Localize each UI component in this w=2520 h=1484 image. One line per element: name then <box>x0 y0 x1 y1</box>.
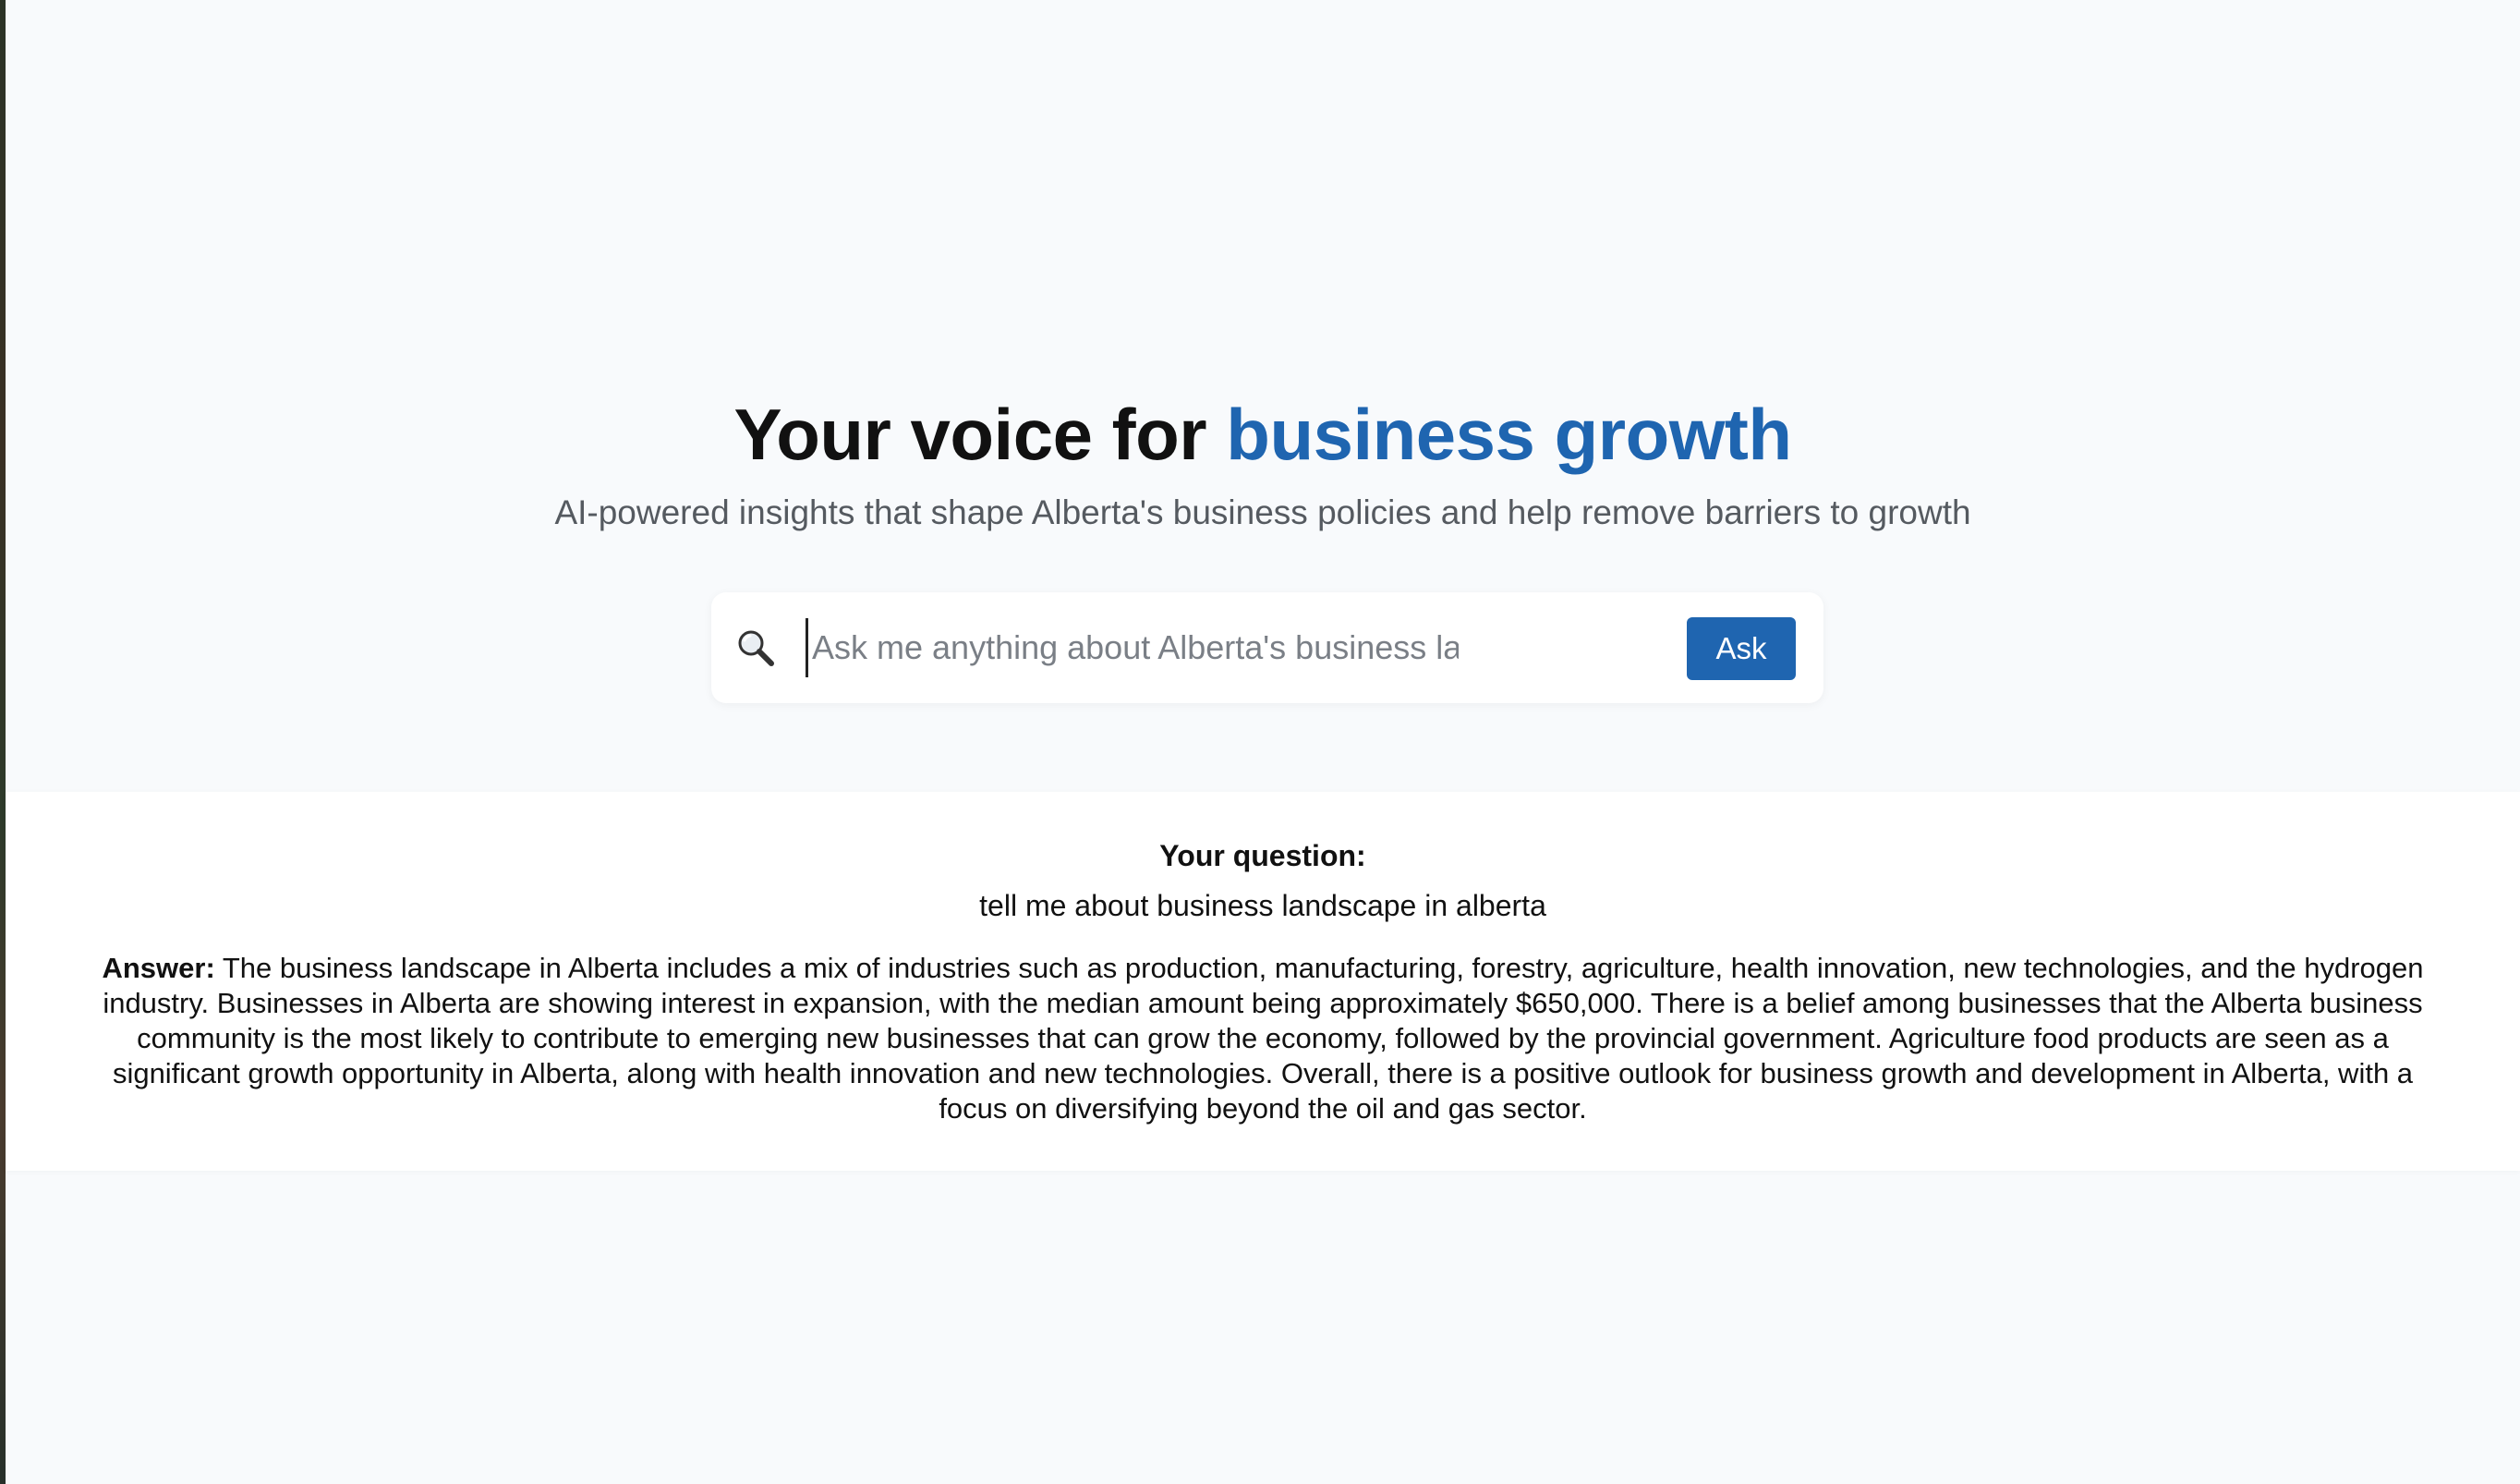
search-input[interactable] <box>806 618 1459 677</box>
hero-section: Your voice for business growth AI-powere… <box>6 0 2520 792</box>
search-box: Ask <box>711 592 1823 703</box>
answer-label: Answer: <box>102 952 215 984</box>
answer-panel: Your question: tell me about business la… <box>6 792 2520 1171</box>
question-label: Your question: <box>1159 839 1366 872</box>
title-prefix: Your voice for <box>733 394 1227 475</box>
page-title: Your voice for business growth <box>6 393 2520 476</box>
magnifier-icon <box>735 627 776 668</box>
answer-text: Answer: The business landscape in Albert… <box>89 951 2437 1126</box>
question-text: tell me about business landscape in albe… <box>979 889 1546 922</box>
ask-button[interactable]: Ask <box>1687 617 1796 680</box>
page-subtitle: AI-powered insights that shape Alberta's… <box>554 493 1971 531</box>
title-accent: business growth <box>1226 394 1792 475</box>
answer-body: The business landscape in Alberta includ… <box>103 952 2424 1125</box>
